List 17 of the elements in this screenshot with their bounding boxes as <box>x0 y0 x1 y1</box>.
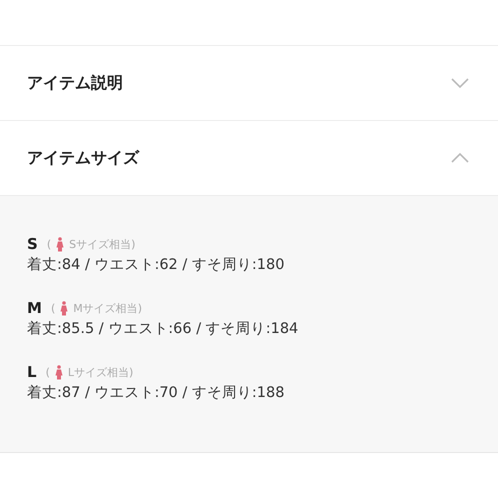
size-label: S <box>27 235 38 253</box>
size-label: M <box>27 299 42 317</box>
person-icon <box>56 236 64 252</box>
person-icon <box>54 364 63 380</box>
section-title: アイテム説明 <box>27 72 123 94</box>
measurements: 着丈:87 / ウエスト:70 / すそ周り:188 <box>27 385 284 401</box>
size-label: L <box>27 363 37 381</box>
person-icon <box>60 300 68 316</box>
parenthesis: ( <box>50 302 56 314</box>
size-equivalent: Lサイズ相当) <box>68 364 134 380</box>
measurements: 着丈:85.5 / ウエスト:66 / すそ周り:184 <box>27 321 298 337</box>
size-equivalent: Mサイズ相当) <box>73 300 142 316</box>
size-equivalent: Sサイズ相当) <box>69 236 136 252</box>
parenthesis: ( <box>46 238 52 250</box>
section-title: アイテムサイズ <box>27 148 139 168</box>
parenthesis: ( <box>46 366 50 378</box>
measurements: 着丈:84 / ウエスト:62 / すそ周り:180 <box>27 257 284 273</box>
